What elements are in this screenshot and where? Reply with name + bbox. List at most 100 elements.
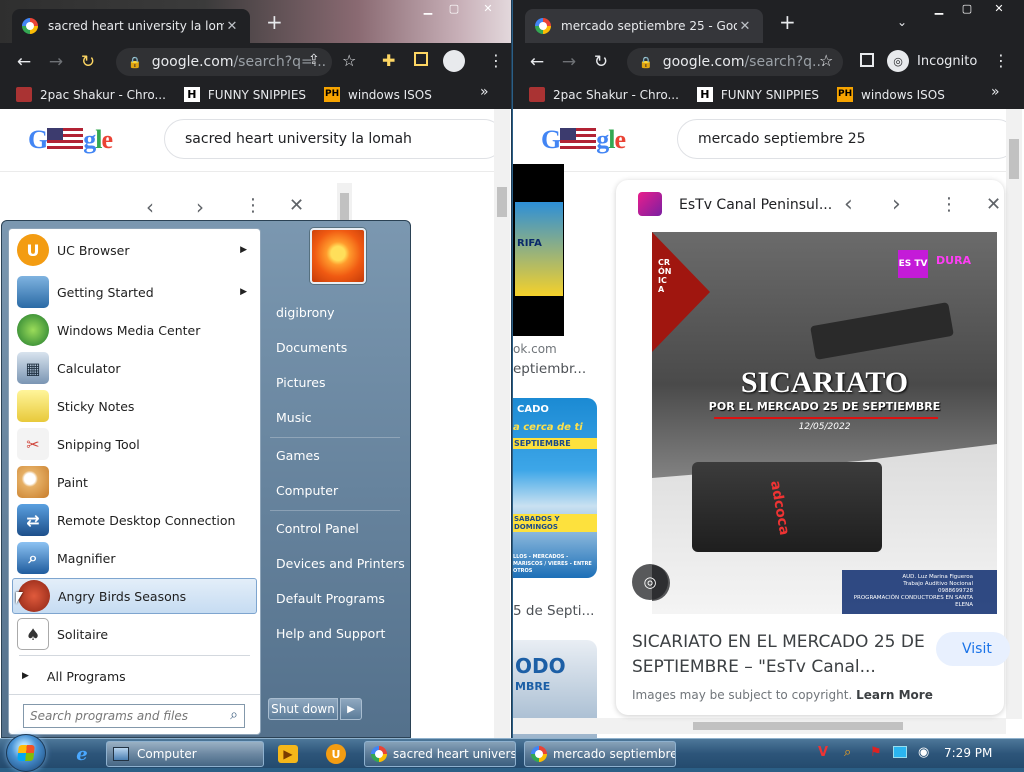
link-documents[interactable]: Documents [276, 340, 347, 355]
bookmarks-overflow-icon[interactable]: » [480, 84, 489, 100]
close-viewer-icon[interactable]: ✕ [986, 194, 1001, 215]
horizontal-scrollbar[interactable] [513, 718, 1006, 734]
internet-explorer-icon[interactable]: e [70, 743, 94, 765]
link-devices-printers[interactable]: Devices and Printers [276, 556, 405, 571]
incognito-indicator[interactable]: ◎ Incognito [887, 48, 977, 74]
forward-arrow-icon[interactable]: → [40, 52, 72, 72]
search-icon[interactable]: ⌕ [230, 707, 238, 723]
shutdown-button[interactable]: Shut down [268, 698, 338, 720]
link-user-folder[interactable]: digibrony [276, 305, 335, 320]
program-paint[interactable]: Paint [12, 464, 257, 500]
start-search-input[interactable]: Search programs and files ⌕ [23, 704, 245, 728]
side-panel-icon[interactable] [414, 52, 428, 66]
link-help-support[interactable]: Help and Support [276, 626, 385, 641]
google-doodle-logo[interactable]: Ggle [28, 125, 113, 155]
right-active-tab[interactable]: mercado septiembre 25 - Google ✕ [525, 9, 763, 43]
bookmark-funny-snippies[interactable]: H FUNNY SNIPPIES [183, 87, 306, 102]
bookmark-windows-isos[interactable]: PH windows ISOS [324, 87, 432, 102]
program-uc-browser[interactable]: U UC Browser ▶ [12, 232, 257, 268]
reload-icon[interactable]: ↻ [585, 52, 617, 72]
new-tab-button[interactable]: + [779, 12, 796, 32]
close-tab-icon[interactable]: ✕ [737, 19, 753, 34]
tray-network-icon[interactable] [893, 746, 907, 758]
minimize-button[interactable]: ▁ [925, 2, 953, 18]
bookmark-windows-isos[interactable]: PH windows ISOS [837, 87, 945, 102]
google-lens-icon[interactable]: ◎ [632, 564, 668, 600]
side-panel-icon[interactable] [860, 53, 874, 67]
uc-browser-taskbar-icon[interactable]: U [326, 744, 346, 764]
forward-arrow-icon[interactable]: → [553, 52, 585, 72]
close-window-button[interactable]: ✕ [981, 2, 1017, 18]
result-title[interactable]: SICARIATO EN EL MERCADO 25 DE SEPTIEMBRE… [632, 630, 932, 680]
bookmark-star-icon[interactable]: ☆ [819, 51, 833, 70]
result-title-text[interactable]: eptiembr... [513, 361, 586, 377]
bookmark-star-icon[interactable]: ☆ [342, 51, 356, 70]
profile-avatar-icon[interactable] [443, 50, 465, 72]
share-icon[interactable]: ⇪ [308, 52, 320, 68]
link-control-panel[interactable]: Control Panel [276, 521, 359, 536]
visit-button[interactable]: Visit [936, 632, 1010, 666]
link-default-programs[interactable]: Default Programs [276, 591, 385, 606]
source-name[interactable]: EsTv Canal Peninsul... [679, 197, 832, 213]
user-avatar[interactable] [310, 228, 366, 284]
result-title-text[interactable]: 5 de Septi... [513, 603, 594, 619]
prev-image-icon[interactable]: ‹ [844, 192, 853, 217]
taskbar-item-chrome-right[interactable]: mercado septiembre... [524, 741, 676, 767]
bookmark-2pac[interactable]: 2pac Shakur - Chro... [529, 87, 679, 102]
taskbar-item-computer[interactable]: Computer [106, 741, 264, 767]
prev-image-icon[interactable]: ‹ [146, 195, 154, 219]
maximize-button[interactable]: ▢ [440, 2, 468, 18]
media-player-icon[interactable]: ▶ [278, 745, 298, 763]
close-viewer-icon[interactable]: ✕ [289, 195, 304, 216]
tab-search-icon[interactable]: ⌄ [897, 15, 907, 29]
program-snipping-tool[interactable]: ✂ Snipping Tool [12, 426, 257, 462]
program-getting-started[interactable]: Getting Started ▶ [12, 274, 257, 310]
result-thumbnail-2[interactable]: CADO a cerca de ti SEPTIEMBRE SABADOS Y … [513, 398, 597, 578]
menu-kebab-icon[interactable]: ⋮ [993, 51, 1009, 70]
start-button[interactable] [6, 734, 46, 772]
menu-kebab-icon[interactable]: ⋮ [488, 51, 504, 70]
program-magnifier[interactable]: ⌕ Magnifier [12, 540, 257, 576]
learn-more-link[interactable]: Learn More [856, 688, 933, 702]
more-options-icon[interactable]: ⋮ [940, 194, 958, 215]
close-tab-icon[interactable]: ✕ [224, 19, 240, 34]
address-bar[interactable]: 🔒 google.com/search?q... [627, 48, 843, 76]
reload-icon[interactable]: ↻ [72, 52, 104, 72]
tray-flag-icon[interactable]: ⚑ [870, 745, 882, 760]
program-sticky-notes[interactable]: Sticky Notes [12, 388, 257, 424]
system-clock[interactable]: 7:29 PM [944, 746, 992, 760]
next-image-icon[interactable]: › [892, 192, 901, 217]
bookmark-2pac[interactable]: 2pac Shakur - Chro... [16, 87, 166, 102]
all-programs-button[interactable]: ▶ All Programs [12, 661, 257, 691]
link-music[interactable]: Music [276, 410, 312, 425]
back-arrow-icon[interactable]: ← [8, 52, 40, 72]
right-page-scrollbar[interactable] [1006, 109, 1022, 719]
address-bar[interactable]: 🔒 google.com/search?q=... [116, 48, 332, 76]
taskbar-item-chrome-left[interactable]: sacred heart universi... [364, 741, 516, 767]
search-box[interactable]: sacred heart university la lomah [164, 119, 494, 159]
link-pictures[interactable]: Pictures [276, 375, 326, 390]
main-result-image[interactable]: CRÓNICA ES TV DURA SICARIATO POR EL MERC… [652, 232, 997, 614]
bookmark-funny-snippies[interactable]: H FUNNY SNIPPIES [696, 87, 819, 102]
program-windows-media-center[interactable]: Windows Media Center [12, 312, 257, 348]
left-page-scrollbar[interactable] [494, 109, 510, 738]
search-box[interactable]: mercado septiembre 25 [677, 119, 1006, 159]
program-calculator[interactable]: ▦ Calculator [12, 350, 257, 386]
tray-search-icon[interactable]: ⌕ [844, 745, 851, 760]
next-image-icon[interactable]: › [196, 195, 204, 219]
left-active-tab[interactable]: sacred heart university la loma - ✕ [12, 9, 250, 43]
link-computer[interactable]: Computer [276, 483, 338, 498]
program-solitaire[interactable]: ♠ Solitaire [12, 616, 257, 652]
minimize-button[interactable]: ▁ [414, 2, 442, 18]
program-remote-desktop[interactable]: ⇄ Remote Desktop Connection [12, 502, 257, 538]
result-thumbnail-1[interactable]: RIFA [513, 164, 564, 336]
close-window-button[interactable]: ✕ [470, 2, 506, 18]
new-tab-button[interactable]: + [266, 12, 283, 32]
google-doodle-logo[interactable]: Ggle [541, 125, 626, 155]
program-angry-birds-seasons[interactable]: Angry Birds Seasons [12, 578, 257, 614]
link-games[interactable]: Games [276, 448, 320, 463]
viewer-scrollbar[interactable] [337, 183, 352, 223]
shutdown-options-arrow[interactable]: ▶ [340, 698, 362, 720]
bookmarks-overflow-icon[interactable]: » [991, 84, 1000, 100]
extensions-icon[interactable]: ✚ [382, 51, 395, 70]
